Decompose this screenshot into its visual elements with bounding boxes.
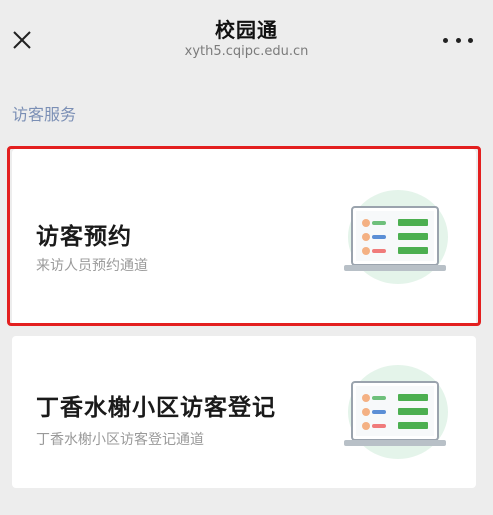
card-subtitle: 来访人员预约通道: [36, 258, 148, 274]
card-title: 丁香水榭小区访客登记: [36, 395, 276, 421]
community-visitor-registration-card[interactable]: 丁香水榭小区访客登记 丁香水榭小区访客登记通道: [12, 336, 476, 488]
more-icon[interactable]: [443, 30, 473, 50]
page-title: 校园通: [215, 18, 278, 42]
section-label: 访客服务: [12, 105, 77, 124]
card-title: 访客预约: [36, 224, 132, 250]
page-url: xyth5.cqipc.edu.cn: [184, 44, 309, 59]
card-subtitle: 丁香水榭小区访客登记通道: [36, 432, 204, 448]
laptop-illustration-icon: [344, 365, 448, 459]
visitor-appointment-card[interactable]: 访客预约 来访人员预约通道: [12, 149, 476, 326]
more-dot: [468, 37, 473, 43]
more-dot: [455, 37, 461, 43]
top-bar: 校园通 xyth5.cqipc.edu.cn: [0, 0, 493, 72]
laptop-illustration-icon: [344, 190, 448, 284]
more-dot: [443, 37, 448, 43]
